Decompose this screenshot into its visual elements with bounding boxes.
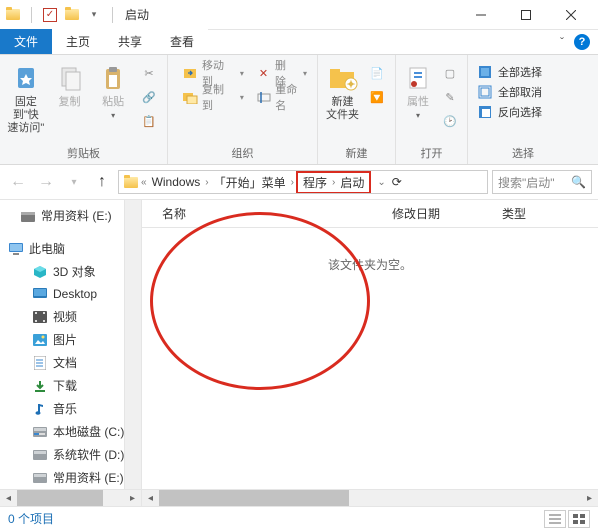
copy-to-button[interactable]: 复制到▾ bbox=[178, 86, 248, 108]
col-type[interactable]: 类型 bbox=[494, 205, 554, 222]
file-list-area[interactable]: 名称 修改日期 类型 该文件夹为空。 ◂ ▸ bbox=[142, 200, 598, 506]
tree-item-3d-objects[interactable]: 3D 对象 bbox=[0, 260, 141, 283]
app-folder-icon bbox=[5, 7, 21, 23]
tree-item-downloads[interactable]: 下载 bbox=[0, 374, 141, 397]
search-icon: 🔍 bbox=[571, 175, 586, 189]
tree-item-this-pc[interactable]: 此电脑 bbox=[0, 237, 141, 260]
qat-dropdown-icon[interactable]: ▾ bbox=[86, 7, 102, 23]
tab-share[interactable]: 共享 bbox=[104, 29, 156, 54]
nav-forward-button[interactable]: → bbox=[34, 170, 58, 194]
view-large-icons-button[interactable] bbox=[568, 510, 590, 528]
empty-folder-text: 该文件夹为空。 bbox=[142, 256, 598, 273]
rename-button[interactable]: 重命名 bbox=[252, 86, 311, 108]
qat-folder-icon[interactable] bbox=[64, 7, 80, 23]
breadcrumb-startup[interactable]: 启动 bbox=[337, 174, 367, 191]
col-date[interactable]: 修改日期 bbox=[384, 205, 494, 222]
nav-recent-dropdown[interactable]: ▾ bbox=[62, 170, 86, 194]
tree-item-local-c[interactable]: 本地磁盘 (C:) bbox=[0, 420, 141, 443]
search-placeholder: 搜索"启动" bbox=[498, 174, 555, 191]
paste-button[interactable]: 粘贴 ▾ bbox=[93, 58, 133, 120]
history-button[interactable]: 🕑 bbox=[438, 110, 462, 132]
column-headers[interactable]: 名称 修改日期 类型 bbox=[142, 200, 598, 228]
item-count: 0 个项目 bbox=[8, 510, 54, 527]
select-none-button[interactable]: 全部取消 bbox=[478, 84, 542, 100]
tree-item-documents[interactable]: 文档 bbox=[0, 351, 141, 374]
group-open-label: 打开 bbox=[402, 143, 461, 164]
search-input[interactable]: 搜索"启动" 🔍 bbox=[492, 170, 592, 194]
properties-button[interactable]: 属性 ▾ bbox=[402, 58, 434, 120]
annotation-ellipse bbox=[150, 212, 370, 390]
tree-item-music[interactable]: 音乐 bbox=[0, 397, 141, 420]
col-name[interactable]: 名称 bbox=[154, 205, 384, 222]
nav-back-button[interactable]: ← bbox=[6, 170, 30, 194]
refresh-icon[interactable]: ⟳ bbox=[392, 175, 402, 189]
breadcrumb-highlight: 程序 › 启动 bbox=[296, 171, 371, 194]
close-button[interactable] bbox=[548, 1, 593, 29]
ribbon-tabs: 文件 主页 共享 查看 ˇ ? bbox=[0, 30, 598, 55]
status-bar: 0 个项目 bbox=[0, 506, 598, 530]
ribbon: 固定到"快 速访问" 复制 粘贴 ▾ ✂ 🔗 📋 剪贴板 bbox=[0, 55, 598, 165]
address-bar-row: ← → ▾ ↑ « Windows › 「开始」菜单 › 程序 › 启动 ⌄ ⟳… bbox=[0, 165, 598, 199]
edit-button[interactable]: ✎ bbox=[438, 86, 462, 108]
tab-home[interactable]: 主页 bbox=[52, 29, 104, 54]
copy-path-button[interactable]: 🔗 bbox=[137, 86, 161, 108]
group-organize-label: 组织 bbox=[174, 143, 311, 164]
tab-file[interactable]: 文件 bbox=[0, 29, 52, 54]
new-item-button[interactable]: 📄 bbox=[365, 62, 389, 84]
minimize-button[interactable] bbox=[458, 1, 503, 29]
breadcrumb-windows[interactable]: Windows bbox=[149, 175, 204, 189]
tree-item-videos[interactable]: 视频 bbox=[0, 305, 141, 328]
paste-shortcut-button[interactable]: 📋 bbox=[137, 110, 161, 132]
svg-text:✦: ✦ bbox=[346, 79, 355, 91]
group-clipboard-label: 剪贴板 bbox=[6, 143, 161, 164]
open-button[interactable]: ▢ bbox=[438, 62, 462, 84]
content-hscrollbar[interactable]: ◂ ▸ bbox=[142, 489, 598, 506]
maximize-button[interactable] bbox=[503, 1, 548, 29]
help-icon[interactable]: ? bbox=[574, 34, 590, 50]
address-folder-icon bbox=[123, 174, 139, 190]
qat-check-icon[interactable]: ✓ bbox=[42, 7, 58, 23]
new-folder-button[interactable]: ✦ 新建 文件夹 bbox=[324, 58, 361, 122]
tree-item-system-d[interactable]: 系统软件 (D:) bbox=[0, 443, 141, 466]
address-dropdown-icon[interactable]: ⌄ bbox=[377, 177, 385, 188]
group-new-label: 新建 bbox=[324, 143, 389, 164]
group-select-label: 选择 bbox=[474, 143, 572, 164]
copy-button[interactable]: 复制 bbox=[50, 58, 90, 109]
view-details-button[interactable] bbox=[544, 510, 566, 528]
address-bar[interactable]: « Windows › 「开始」菜单 › 程序 › 启动 ⌄ ⟳ bbox=[118, 170, 488, 194]
select-all-button[interactable]: 全部选择 bbox=[478, 64, 542, 80]
easy-access-button[interactable]: 🔽 bbox=[365, 86, 389, 108]
sidebar-hscrollbar[interactable]: ◂ ▸ bbox=[0, 489, 141, 506]
invert-selection-button[interactable]: 反向选择 bbox=[478, 104, 542, 120]
breadcrumb-programs[interactable]: 程序 bbox=[300, 174, 330, 191]
main-area: 常用资料 (E:) 此电脑 3D 对象 Desktop 视频 图片 bbox=[0, 199, 598, 506]
tree-item-common-e[interactable]: 常用资料 (E:) bbox=[0, 466, 141, 489]
tree-item-common-data[interactable]: 常用资料 (E:) bbox=[0, 204, 141, 227]
window-title: 启动 bbox=[125, 6, 149, 23]
nav-up-button[interactable]: ↑ bbox=[90, 170, 114, 194]
pin-quickaccess-button[interactable]: 固定到"快 速访问" bbox=[6, 58, 46, 136]
nav-pane[interactable]: 常用资料 (E:) 此电脑 3D 对象 Desktop 视频 图片 bbox=[0, 200, 142, 506]
tab-view[interactable]: 查看 bbox=[156, 29, 208, 54]
breadcrumb-startmenu[interactable]: 「开始」菜单 bbox=[211, 174, 289, 191]
tree-item-pictures[interactable]: 图片 bbox=[0, 328, 141, 351]
sidebar-vscrollbar[interactable] bbox=[124, 200, 141, 489]
ribbon-collapse-icon[interactable]: ˇ bbox=[560, 35, 564, 49]
title-bar: ✓ ▾ 启动 bbox=[0, 0, 598, 30]
tree-item-desktop[interactable]: Desktop bbox=[0, 283, 141, 305]
cut-button[interactable]: ✂ bbox=[137, 62, 161, 84]
